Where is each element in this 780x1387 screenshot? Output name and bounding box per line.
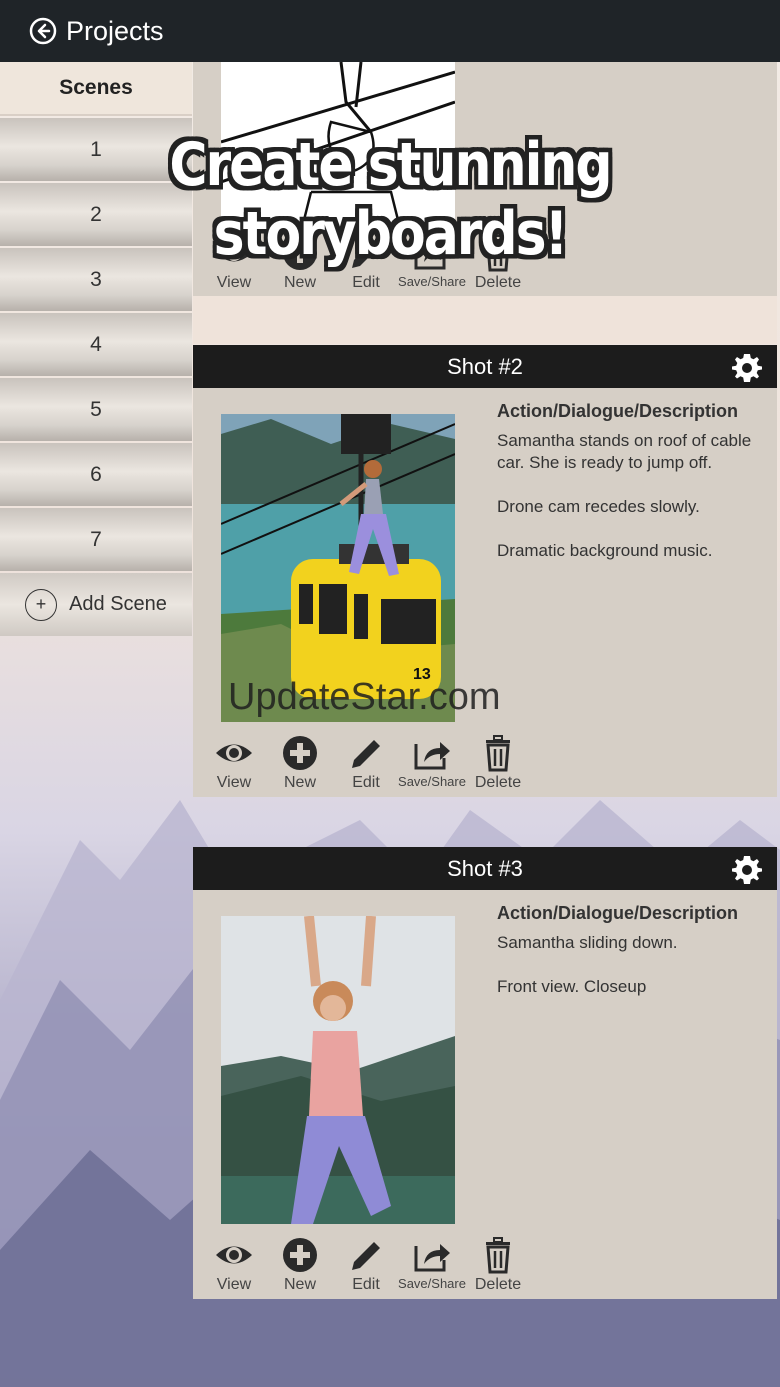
shot-2-title: Shot #2: [447, 353, 523, 379]
view-button[interactable]: View: [201, 734, 267, 794]
shot-3-toolbar: View New Edit Save/Share Delete: [201, 1236, 531, 1296]
back-arrow-icon: [29, 17, 57, 45]
shot-3-header: Shot #3: [193, 847, 777, 890]
shot-panel-2: 13 Action/Dialogue/Description Samantha …: [193, 388, 777, 797]
new-button[interactable]: New: [267, 734, 333, 794]
new-label: New: [283, 774, 316, 791]
edit-button[interactable]: Edit: [333, 1236, 399, 1296]
add-circle-icon: +: [25, 588, 58, 621]
description-paragraph: Drone cam recedes slowly.: [497, 497, 700, 516]
scenes-header: Scenes: [0, 62, 192, 116]
delete-button[interactable]: Delete: [465, 734, 531, 794]
pencil-icon: [352, 1242, 380, 1270]
description-paragraph: Samantha sliding down.: [497, 933, 678, 952]
delete-label: Delete: [474, 274, 522, 291]
eye-icon: [216, 1246, 252, 1264]
promo-banner: Create stunning storyboards!: [169, 131, 612, 269]
edit-label: Edit: [352, 1276, 380, 1293]
scene-label: 6: [90, 462, 102, 486]
scene-item-7[interactable]: 7: [0, 508, 192, 571]
delete-label: Delete: [474, 774, 522, 791]
shot-3-title: Shot #3: [447, 855, 523, 881]
view-label: View: [216, 274, 252, 291]
save-share-button[interactable]: Save/Share: [398, 734, 466, 794]
description-heading: Action/Dialogue/Description: [497, 401, 739, 421]
plus-circle-icon: [283, 736, 317, 770]
eye-icon: [216, 744, 252, 762]
scene-item-5[interactable]: 5: [0, 378, 192, 441]
new-label: New: [283, 1276, 316, 1293]
back-label: Projects: [66, 15, 164, 46]
gear-icon[interactable]: [731, 853, 763, 885]
view-button[interactable]: View: [201, 1236, 267, 1296]
save-share-button[interactable]: Save/Share: [398, 1236, 466, 1296]
shot-2-toolbar: View New Edit Save/Share Delete: [201, 734, 531, 794]
plus-circle-icon: [283, 1238, 317, 1272]
trash-icon: [486, 735, 510, 772]
scene-label: 7: [90, 527, 102, 551]
new-label: New: [283, 274, 316, 291]
add-scene-button[interactable]: + Add Scene: [0, 573, 192, 636]
watermark: UpdateStar.com: [228, 676, 501, 718]
back-to-projects-button[interactable]: Projects: [28, 16, 164, 47]
top-bar: Projects: [0, 0, 780, 62]
add-scene-label: Add Scene: [69, 593, 167, 615]
shot-3-description: Action/Dialogue/Description Samantha sli…: [497, 902, 761, 1020]
scene-item-6[interactable]: 6: [0, 443, 192, 506]
shot-2-header: Shot #2: [193, 345, 777, 388]
edit-label: Edit: [352, 774, 380, 791]
pencil-icon: [352, 740, 380, 768]
description-paragraph: Front view. Closeup: [497, 977, 647, 996]
edit-label: Edit: [352, 274, 380, 291]
save-share-label: Save/Share: [398, 1276, 466, 1291]
delete-button[interactable]: Delete: [465, 1236, 531, 1296]
new-button[interactable]: New: [267, 1236, 333, 1296]
shot-panel-3: Action/Dialogue/Description Samantha sli…: [193, 890, 777, 1299]
share-icon: [414, 1244, 450, 1272]
share-icon: [414, 742, 450, 770]
trash-icon: [486, 1237, 510, 1274]
delete-label: Delete: [474, 1276, 522, 1293]
description-paragraph: Dramatic background music.: [497, 541, 713, 560]
scene-label: 4: [90, 332, 102, 356]
shot-2-description: Action/Dialogue/Description Samantha sta…: [497, 400, 761, 584]
gear-icon[interactable]: [731, 351, 763, 383]
scene-label: 5: [90, 397, 102, 421]
scene-label: 3: [90, 267, 102, 291]
save-share-label: Save/Share: [398, 274, 466, 289]
save-share-label: Save/Share: [398, 774, 466, 789]
panel-gap: [193, 296, 777, 344]
description-paragraph: Samantha stands on roof of cable car. Sh…: [497, 431, 752, 472]
view-label: View: [216, 1276, 252, 1293]
scene-item-4[interactable]: 4: [0, 313, 192, 376]
shot-3-image[interactable]: [221, 916, 455, 1224]
edit-button[interactable]: Edit: [333, 734, 399, 794]
description-heading: Action/Dialogue/Description: [497, 903, 739, 923]
view-label: View: [216, 774, 252, 791]
